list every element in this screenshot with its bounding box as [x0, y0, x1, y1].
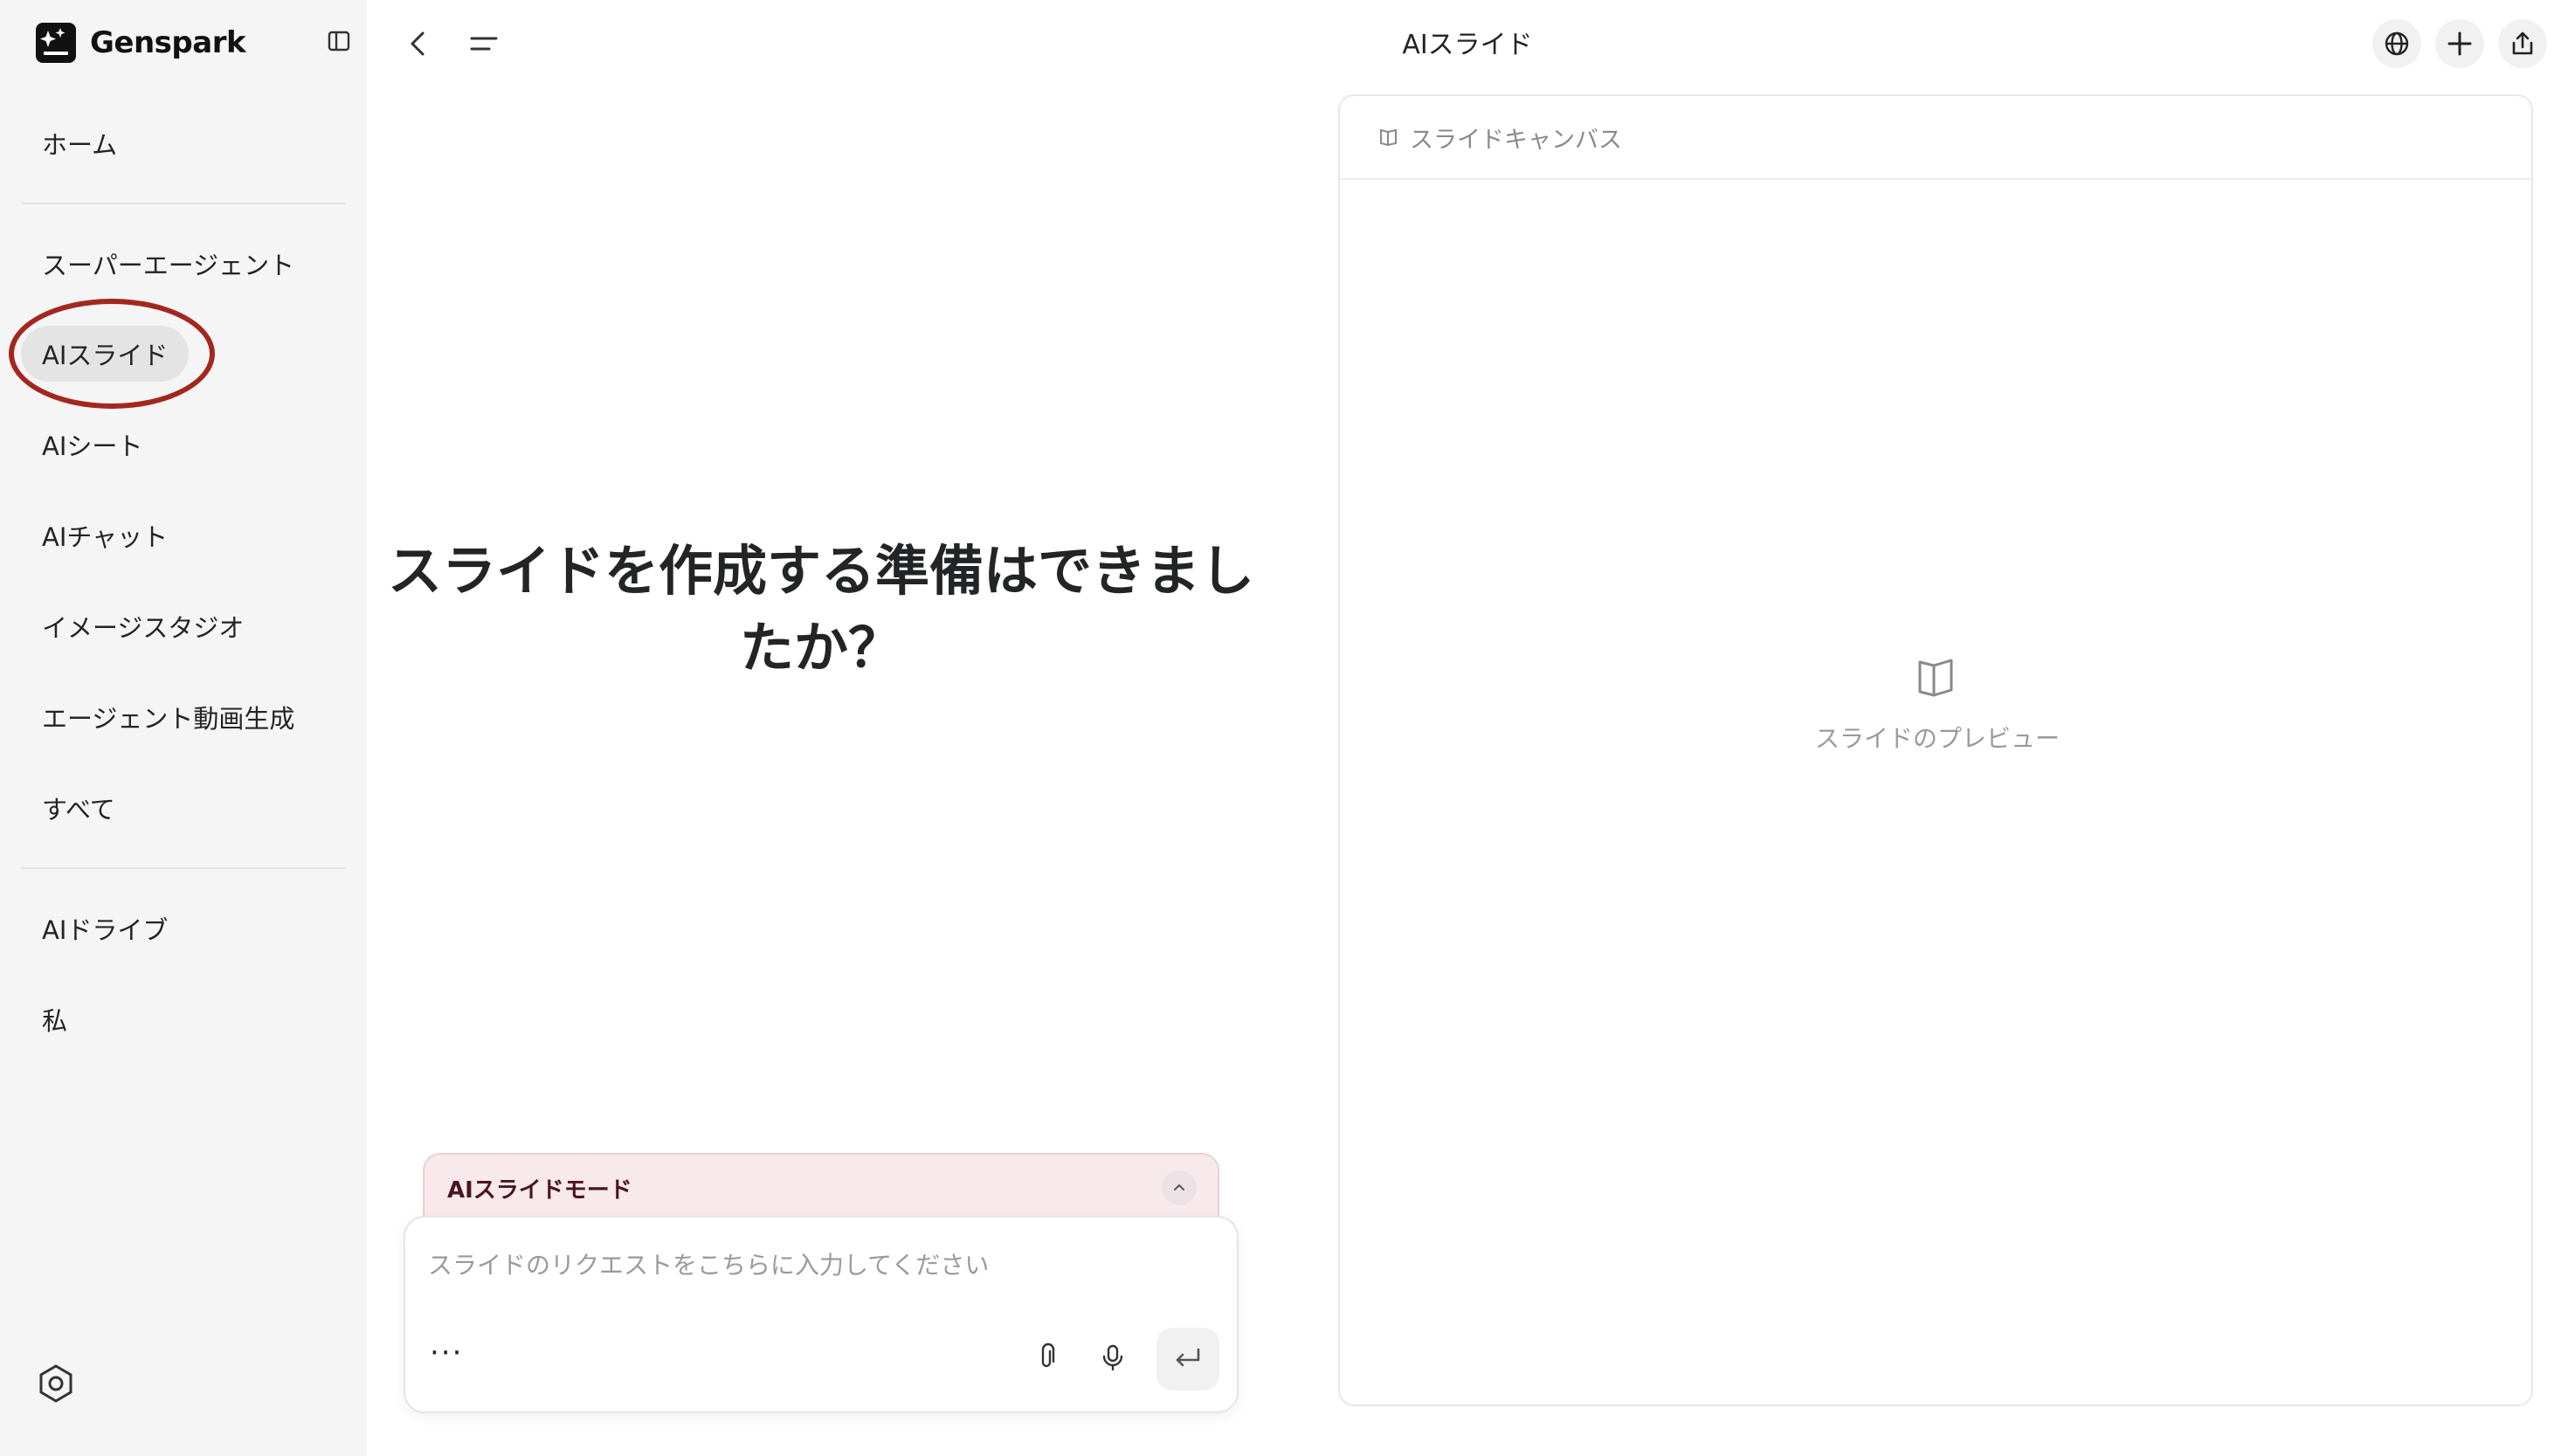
slide-canvas-panel: スライドキャンバス スライドのプレビュー	[1338, 94, 2533, 1406]
chevron-up-icon[interactable]	[1162, 1170, 1197, 1205]
sidebar-divider	[21, 203, 346, 204]
mode-bar: AIスライドモード	[423, 1153, 1219, 1223]
sidebar-item-ai-slides[interactable]: AIスライド	[21, 326, 190, 382]
sidebar-item-label: AIドライブ	[42, 915, 169, 945]
canvas-header: スライドキャンバス	[1340, 96, 2531, 180]
sidebar-item-label: エージェント動画生成	[42, 704, 295, 734]
sidebar-item-me[interactable]: 私	[21, 991, 88, 1047]
sidebar-item-label: イメージスタジオ	[42, 613, 245, 643]
enter-icon	[1176, 1348, 1200, 1367]
mode-label: AIスライドモード	[447, 1177, 632, 1204]
brand[interactable]: Genspark	[36, 23, 246, 63]
menu-icon[interactable]	[465, 24, 503, 63]
plus-icon[interactable]	[2435, 19, 2484, 68]
sidebar-item-ai-chat[interactable]: AIチャット	[21, 507, 189, 563]
brand-name: Genspark	[90, 25, 246, 60]
settings-icon[interactable]	[35, 1363, 77, 1404]
sidebar-item-image-studio[interactable]: イメージスタジオ	[21, 598, 265, 654]
send-button[interactable]	[1156, 1328, 1219, 1390]
sidebar-item-home[interactable]: ホーム	[21, 115, 138, 171]
sidebar-item-ai-sheets[interactable]: AIシート	[21, 417, 163, 473]
book-icon	[1380, 128, 1397, 147]
canvas-header-label: スライドキャンバス	[1410, 126, 1622, 154]
sidebar-collapse-icon[interactable]	[327, 29, 351, 53]
sidebar-item-label: AIチャット	[42, 522, 169, 552]
share-icon[interactable]	[2498, 19, 2547, 68]
sidebar-item-label: AIシート	[42, 431, 143, 461]
main-heading-line1: スライドを作成する準備はできまし	[387, 539, 1254, 603]
sidebar-item-ai-drive[interactable]: AIドライブ	[21, 901, 189, 956]
page-title: AIスライド	[1402, 30, 1533, 60]
globe-icon[interactable]	[2372, 19, 2421, 68]
sidebar-item-super-agent[interactable]: スーパーエージェント	[21, 236, 315, 292]
sidebar-item-label: 私	[42, 1006, 68, 1036]
prompt-card: ···	[404, 1216, 1239, 1413]
more-options-button[interactable]: ···	[430, 1338, 472, 1375]
main-heading: スライドを作成する準備はできまし たか？	[384, 533, 1258, 687]
preview-label: スライドのプレビュー	[1814, 724, 2060, 753]
back-icon[interactable]	[400, 24, 438, 63]
book-icon	[1913, 655, 1958, 700]
sidebar-item-agent-video[interactable]: エージェント動画生成	[21, 689, 315, 745]
paperclip-icon[interactable]	[1027, 1338, 1066, 1377]
genspark-logo-icon	[36, 23, 76, 63]
sidebar-item-label: スーパーエージェント	[42, 251, 295, 280]
sidebar-divider	[21, 867, 346, 869]
main-heading-line2: たか？	[739, 616, 902, 680]
sidebar-item-label: すべて	[42, 795, 115, 825]
sidebar-item-label: AIスライド	[42, 341, 169, 370]
sidebar-item-all[interactable]: すべて	[21, 780, 136, 836]
sidebar: Genspark ホーム スーパーエージェント AIスライド AIシート AIチ…	[0, 0, 367, 1456]
microphone-icon[interactable]	[1094, 1338, 1132, 1377]
sidebar-item-label: ホーム	[42, 130, 118, 160]
prompt-input[interactable]	[428, 1244, 1197, 1286]
